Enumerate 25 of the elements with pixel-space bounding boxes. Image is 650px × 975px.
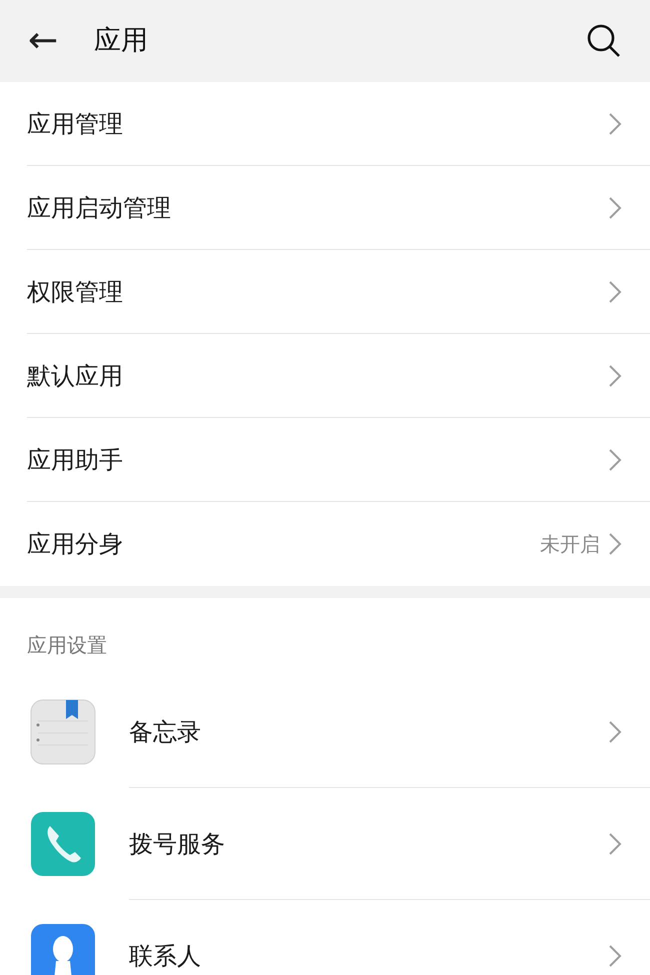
page-title: 应用: [94, 24, 148, 58]
menu-item[interactable]: 应用管理: [27, 82, 650, 166]
search-icon[interactable]: [586, 23, 622, 59]
menu-item[interactable]: 应用启动管理: [27, 166, 650, 250]
chevron-right-icon: [608, 196, 622, 220]
menu-item[interactable]: 默认应用: [27, 334, 650, 418]
app-item[interactable]: 拨号服务: [0, 788, 650, 900]
status-text: 未开启: [540, 531, 600, 558]
app-item[interactable]: 联系人: [0, 900, 650, 975]
menu-item[interactable]: 权限管理: [27, 250, 650, 334]
app-item[interactable]: 备忘录: [0, 676, 650, 788]
chevron-right-icon: [608, 720, 622, 744]
menu-item[interactable]: 应用分身 未开启: [27, 502, 650, 586]
chevron-right-icon: [608, 280, 622, 304]
chevron-right-icon: [608, 448, 622, 472]
back-button[interactable]: ←: [28, 23, 58, 59]
chevron-right-icon: [608, 532, 622, 556]
phone-icon: [30, 811, 96, 877]
chevron-right-icon: [608, 364, 622, 388]
section-title: 应用设置: [26, 632, 108, 659]
notepad-icon: [30, 699, 96, 765]
chevron-right-icon: [608, 112, 622, 136]
chevron-right-icon: [608, 832, 622, 856]
menu-item[interactable]: 应用助手: [27, 418, 650, 502]
chevron-right-icon: [608, 944, 622, 968]
